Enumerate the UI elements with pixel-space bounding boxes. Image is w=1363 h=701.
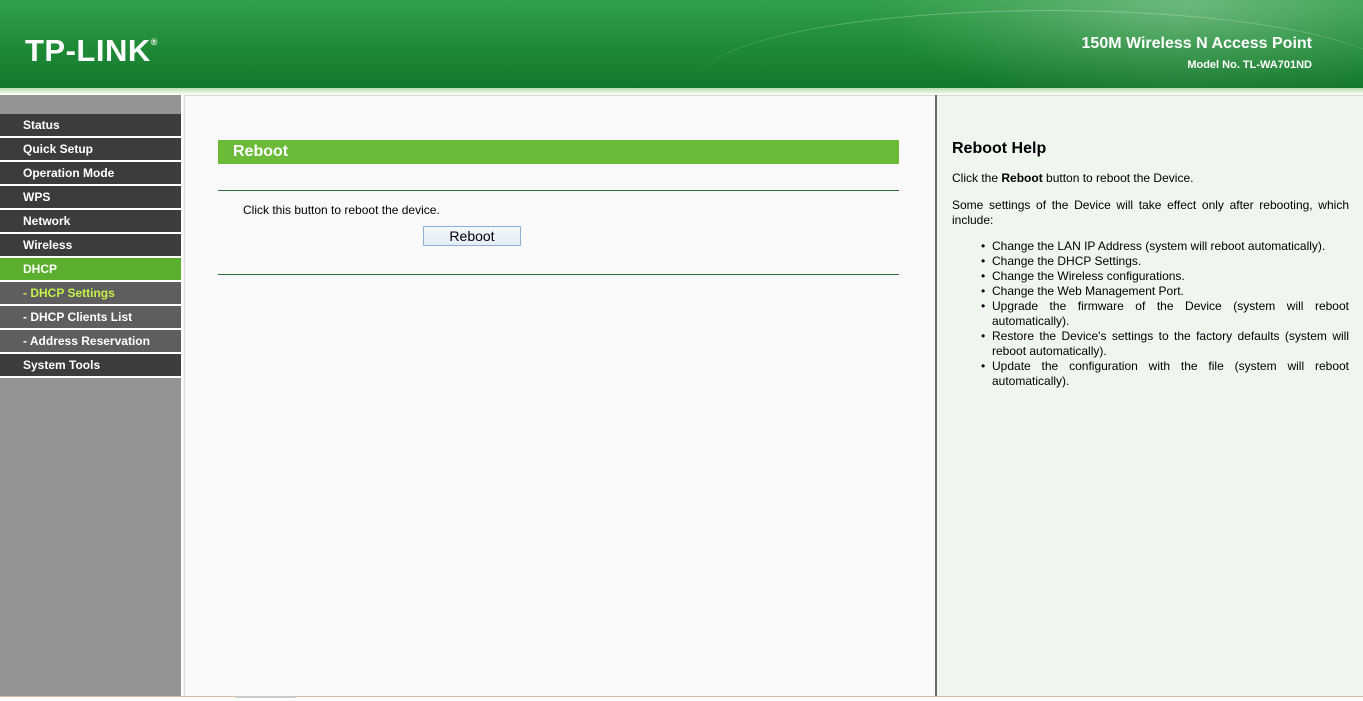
help-intro-before: Click the (952, 171, 1002, 185)
help-list-item: Change the Wireless configurations. (981, 269, 1349, 284)
page-title: Reboot (218, 140, 899, 164)
sidebar-menu: Status Quick Setup Operation Mode WPS Ne… (0, 114, 181, 378)
header-stripe (0, 88, 1363, 95)
bottom-strip (0, 696, 1363, 701)
help-panel: Reboot Help Click the Reboot button to r… (937, 95, 1363, 696)
sidebar-item-operation-mode[interactable]: Operation Mode (0, 162, 181, 186)
help-title: Reboot Help (952, 140, 1047, 157)
sidebar-item-dhcp[interactable]: DHCP (0, 258, 181, 282)
sidebar-item-wps[interactable]: WPS (0, 186, 181, 210)
help-list: Change the LAN IP Address (system will r… (981, 239, 1349, 389)
model-number: Model No. TL-WA701ND (1187, 59, 1312, 71)
top-divider (218, 190, 899, 191)
help-intro-after: button to reboot the Device. (1042, 171, 1194, 185)
tp-link-logo: TP-LINK® (25, 33, 158, 69)
logo-text: TP-LINK (25, 33, 151, 68)
help-list-item: Change the Web Management Port. (981, 284, 1349, 299)
help-list-item: Upgrade the firmware of the Device (syst… (981, 299, 1349, 329)
sidebar-item-dhcp-settings[interactable]: - DHCP Settings (0, 282, 181, 306)
sidebar-item-address-reservation[interactable]: - Address Reservation (0, 330, 181, 354)
product-name: 150M Wireless N Access Point (1081, 35, 1312, 52)
help-list-item: Change the DHCP Settings. (981, 254, 1349, 269)
header-banner: TP-LINK® 150M Wireless N Access Point Mo… (0, 0, 1363, 88)
help-list-item: Restore the Device's settings to the fac… (981, 329, 1349, 359)
sidebar-item-wireless[interactable]: Wireless (0, 234, 181, 258)
main-content: Reboot Click this button to reboot the d… (185, 95, 936, 696)
bottom-tab-marker (235, 696, 295, 698)
sidebar-item-network[interactable]: Network (0, 210, 181, 234)
reboot-button[interactable]: Reboot (423, 226, 521, 246)
bottom-divider (218, 274, 899, 275)
help-list-item: Update the configuration with the file (… (981, 359, 1349, 389)
sidebar-item-dhcp-clients-list[interactable]: - DHCP Clients List (0, 306, 181, 330)
sidebar: Status Quick Setup Operation Mode WPS Ne… (0, 95, 181, 696)
help-intro-bold: Reboot (1001, 171, 1043, 185)
sidebar-item-quick-setup[interactable]: Quick Setup (0, 138, 181, 162)
help-list-item: Change the LAN IP Address (system will r… (981, 239, 1349, 254)
reboot-instruction: Click this button to reboot the device. (243, 203, 440, 217)
sidebar-item-status[interactable]: Status (0, 114, 181, 138)
help-paragraph: Some settings of the Device will take ef… (952, 198, 1349, 227)
sidebar-item-system-tools[interactable]: System Tools (0, 354, 181, 378)
help-intro: Click the Reboot button to reboot the De… (952, 171, 1349, 186)
registered-mark-icon: ® (150, 37, 158, 47)
